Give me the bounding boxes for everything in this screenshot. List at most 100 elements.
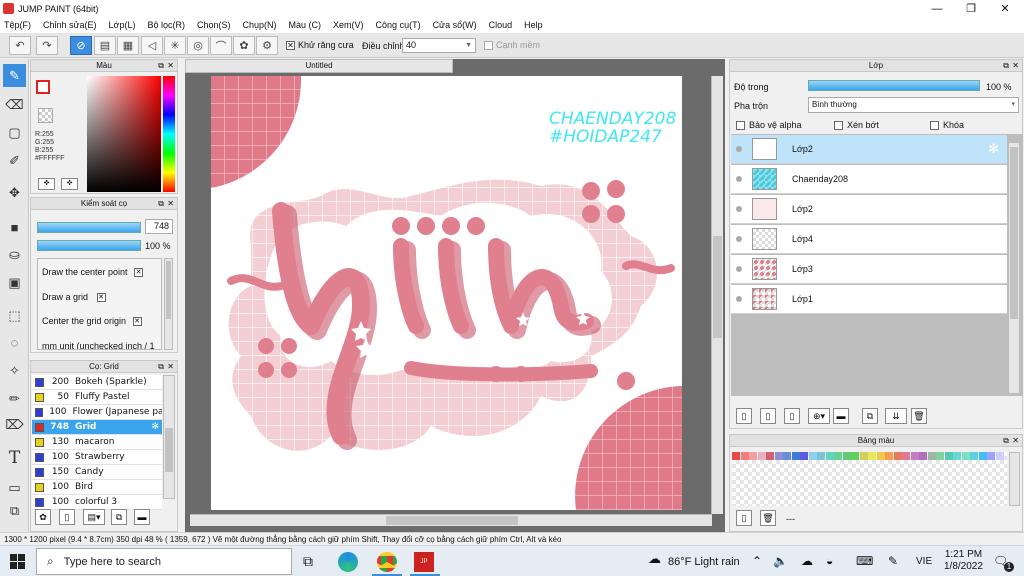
popout-icon[interactable]: ⧉ [1003,60,1009,72]
brush-list-item[interactable]: 150 Candy [32,465,162,480]
palette-swatch[interactable] [859,452,868,460]
brush-opacity-slider[interactable] [37,240,141,251]
close-icon[interactable]: ✕ [1012,435,1019,447]
layer-row[interactable]: Lớp4 [731,225,1007,254]
fill-tool[interactable]: ⛀ [3,243,26,266]
palette-swatch[interactable] [808,452,817,460]
palette-swatch[interactable] [842,452,851,460]
brush-list-item[interactable]: 50 Fluffy Pastel [32,390,162,405]
brush-list-item[interactable]: 100 Flower (Japanese patt [32,405,162,420]
brush-options-scrollbar[interactable] [164,258,173,350]
palette-swatch[interactable] [732,452,740,460]
language-indicator[interactable]: VIE [916,556,932,567]
palette-swatch[interactable] [783,452,791,460]
palette-swatch[interactable] [919,452,927,460]
canvas-vscrollbar[interactable] [711,76,723,514]
snap-settings-button[interactable]: ⚙ [256,36,278,55]
antialias-checkbox[interactable]: ✕ [286,40,295,50]
menu-select[interactable]: Chọn(S) [197,20,231,30]
palette-swatch[interactable] [740,452,749,460]
palette-swatch[interactable] [927,452,936,460]
delete-layer-button[interactable]: 🗑 [911,408,927,424]
snap-perspective-button[interactable]: ◁ [141,36,163,55]
pen-workspace-icon[interactable]: ✎ [888,554,898,568]
eyedropper-tool[interactable]: ⧉ [3,499,26,522]
brush-list-scrollbar[interactable] [163,375,175,499]
palette-swatch[interactable] [893,452,902,460]
brush-size-slider[interactable] [37,222,141,233]
windows-start-icon[interactable] [10,554,25,569]
option-grid-origin-checkbox[interactable]: ✕ [132,317,142,327]
option-draw-grid-checkbox[interactable]: ✕ [96,293,106,303]
hue-slider[interactable] [163,76,175,192]
menu-capture[interactable]: Chụp(N) [243,20,277,30]
palette-swatch[interactable] [774,452,783,460]
marquee-tool[interactable]: ⬚ [3,304,26,327]
close-icon[interactable]: ✕ [167,361,174,373]
brush-list-item[interactable]: 100 colorful 3 [32,495,162,510]
close-button[interactable]: ✕ [988,0,1022,17]
color-history-button[interactable]: ✜ [61,178,78,190]
palette-swatch[interactable] [885,452,893,460]
volume-icon[interactable]: 🔈 [773,554,788,568]
eraser-tool[interactable]: ⌫ [3,93,26,116]
popout-icon[interactable]: ⧉ [158,198,164,210]
option-mm-unit[interactable]: mm unit (unchecked inch / 1 [42,341,155,349]
soften-checkbox[interactable] [484,40,493,50]
magic-wand-tool[interactable]: ✧ [3,359,26,382]
option-draw-grid[interactable]: Draw a grid ✕ [42,292,106,303]
palette-swatch[interactable] [757,452,766,460]
palette-swatch[interactable] [910,452,919,460]
layer-visibility-icon[interactable] [736,236,742,242]
brush-list-item[interactable]: 100 Bird [32,480,162,495]
palette-swatch[interactable] [868,452,876,460]
jump-paint-app-icon[interactable]: JP [414,552,434,572]
minimize-button[interactable]: — [920,0,954,17]
snap-radial-button[interactable]: ✳ [164,36,186,55]
palette-swatch[interactable] [834,452,842,460]
popout-icon[interactable]: ⧉ [158,60,164,72]
brush-size-input[interactable]: 748 [145,219,173,234]
layer-row[interactable]: Chaenday208 [731,165,1007,194]
menu-layer[interactable]: Lớp(L) [109,20,136,30]
close-icon[interactable]: ✕ [167,60,174,72]
undo-button[interactable]: ↶ [9,36,31,55]
redo-button[interactable]: ↷ [36,36,58,55]
divider-tool[interactable]: ▭ [3,476,26,499]
palette-swatch[interactable] [995,452,1004,460]
duplicate-layer-button[interactable]: ⧉ [862,408,878,424]
clipping-option[interactable]: Xén bớt [834,120,879,130]
chrome-browser-icon[interactable] [377,552,397,572]
add-palette-button[interactable]: ▯ [736,510,752,526]
snap-off-button[interactable]: ⊘ [70,36,92,55]
brush-list-item[interactable]: 200 Bokeh (Sparkle) [32,375,162,390]
new-brush-button[interactable]: ▯ [59,509,75,525]
new-layer-button[interactable]: ▯ [736,408,752,424]
select-pen-tool[interactable]: ✏ [3,387,26,410]
palette-scrollbar[interactable] [1009,452,1020,506]
brush-list-item[interactable]: 748 Grid ✻ [32,420,162,435]
layer-visibility-icon[interactable] [736,146,742,152]
gradient-tool[interactable]: ▣ [3,271,26,294]
protect-alpha-option[interactable]: Bảo vệ alpha [736,120,802,130]
soften-option[interactable]: Cạnh mềm [484,40,540,50]
option-grid-origin[interactable]: Center the grid origin ✕ [42,316,142,327]
palette-swatch[interactable] [817,452,825,460]
palette-swatch[interactable] [902,452,910,460]
layer-opacity-slider[interactable] [808,80,980,91]
popout-icon[interactable]: ⧉ [1003,435,1009,447]
scroll-thumb[interactable] [1010,147,1018,319]
task-view-icon[interactable]: ⧉ [303,553,313,570]
palette-swatch[interactable] [876,452,885,460]
palette-swatch[interactable] [970,452,978,460]
rect-tool[interactable]: ■ [3,216,26,239]
restore-button[interactable]: ❐ [954,0,988,17]
new-layer-8bit-button[interactable]: ▯ [760,408,776,424]
layer-list-scrollbar[interactable] [1008,142,1020,394]
lasso-tool[interactable]: ◌ [3,331,26,354]
snap-curve-button[interactable]: ⌒ [210,36,232,55]
protect-alpha-checkbox[interactable] [736,120,745,130]
snap-parallel-button[interactable]: ▤ [94,36,116,55]
palette-swatch[interactable] [791,452,800,460]
palette-swatch[interactable] [800,452,808,460]
